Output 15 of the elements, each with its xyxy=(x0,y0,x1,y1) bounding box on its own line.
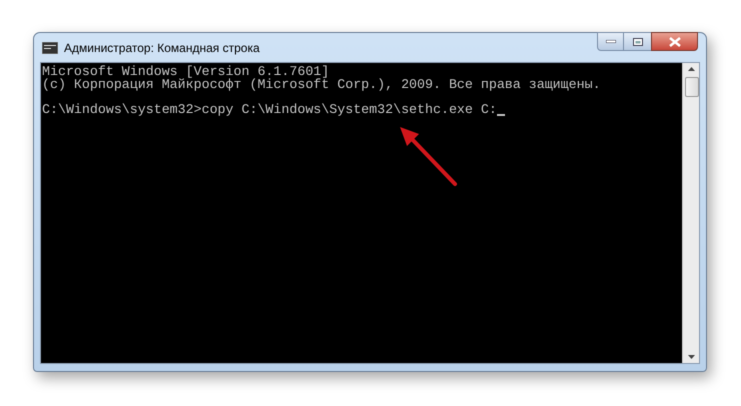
console-line: Microsoft Windows [Version 6.1.7601] xyxy=(42,66,330,78)
vertical-scrollbar[interactable] xyxy=(682,63,699,363)
minimize-icon xyxy=(606,40,616,43)
window-title: Администратор: Командная строка xyxy=(64,40,260,56)
close-button[interactable] xyxy=(651,32,698,51)
console-line: (c) Корпорация Майкрософт (Microsoft Corp.), 2009. Все права защищены. xyxy=(42,78,601,91)
scroll-up-icon[interactable] xyxy=(688,67,694,71)
console-line: C:\Windows\system32>copy C:\Windows\System32\sethc.exe C: xyxy=(42,104,497,116)
scrollbar-thumb[interactable] xyxy=(684,77,698,97)
maximize-button[interactable] xyxy=(624,32,651,51)
console-icon xyxy=(42,42,58,54)
restore-icon xyxy=(632,38,642,46)
close-icon xyxy=(668,36,680,46)
minimize-button[interactable] xyxy=(597,32,624,51)
scroll-down-icon[interactable] xyxy=(688,355,694,359)
